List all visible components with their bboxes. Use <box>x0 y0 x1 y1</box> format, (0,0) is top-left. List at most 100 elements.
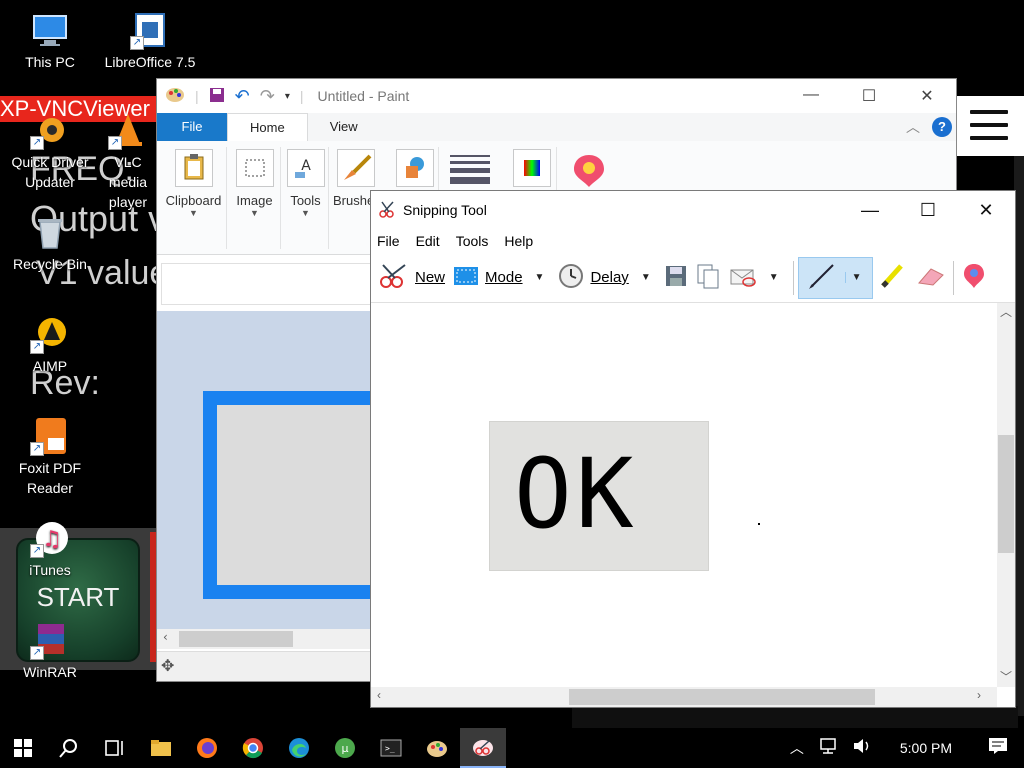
chevron-left-icon[interactable]: ‹ <box>163 630 168 644</box>
highlighter-button[interactable] <box>873 258 911 298</box>
desktop-icon-label: LibreOffice 7.5 <box>104 54 196 70</box>
ribbon-group-image[interactable]: Image ▼ <box>229 147 281 249</box>
snipping-tool-menubar: File Edit Tools Help <box>371 229 1015 253</box>
eraser-button[interactable] <box>911 258 949 298</box>
taskbar-clock[interactable]: 5:00 PM <box>900 740 952 756</box>
desktop-icon-label: VLC media player <box>108 154 148 210</box>
snipping-tool-titlebar: Snipping Tool — ☐ ✕ <box>371 191 1015 229</box>
send-snip-button[interactable]: ▼ <box>725 258 789 298</box>
gear-icon: ↗ <box>30 110 70 150</box>
snip-canvas[interactable]: OK <box>371 303 997 689</box>
windows-start-icon[interactable] <box>0 728 46 768</box>
copy-button[interactable] <box>691 258 725 298</box>
ribbon-group-tools[interactable]: A Tools ▼ <box>283 147 329 249</box>
chevron-up-icon[interactable]: ︿ <box>790 738 804 758</box>
collapse-ribbon-icon[interactable]: ︿ <box>906 117 920 137</box>
desktop-icon-quick-driver-updater[interactable]: ↗ Quick Driver Updater <box>0 110 100 192</box>
chevron-down-icon[interactable]: ﹀ <box>1000 668 1012 685</box>
undo-icon[interactable]: ↶ <box>235 86 250 107</box>
paint-horizontal-scrollbar[interactable]: ‹ <box>157 629 371 649</box>
copy-icon <box>695 263 721 293</box>
save-icon[interactable] <box>209 87 225 106</box>
desktop-icon-libreoffice[interactable]: ↗ LibreOffice 7.5 <box>100 10 200 72</box>
network-icon[interactable] <box>818 737 838 759</box>
firefox-icon[interactable] <box>184 728 230 768</box>
close-button[interactable]: ✕ <box>957 200 1015 221</box>
captured-ok-text: OK <box>514 438 638 550</box>
task-view-icon[interactable] <box>92 728 138 768</box>
menu-file[interactable]: File <box>377 233 400 249</box>
close-button[interactable]: ✕ <box>898 86 956 106</box>
maximize-button[interactable]: ☐ <box>840 86 898 106</box>
paint-image-fill[interactable] <box>217 405 371 585</box>
desktop-icon-recycle-bin[interactable]: Recycle Bin <box>0 212 100 274</box>
chevron-down-icon[interactable]: ▼ <box>529 272 551 283</box>
tab-file[interactable]: File <box>157 113 227 141</box>
menu-tools[interactable]: Tools <box>456 233 489 249</box>
paint3d-edit-button[interactable] <box>958 258 990 298</box>
desktop-icon-this-pc[interactable]: This PC <box>0 10 100 72</box>
delay-button[interactable]: Delay ▼ <box>554 258 660 298</box>
desktop-icon-itunes[interactable]: ♫ ↗ iTunes <box>0 518 100 580</box>
chevron-down-icon: ▼ <box>301 208 310 218</box>
paint-taskbar-icon[interactable] <box>414 728 460 768</box>
mode-button[interactable]: Mode ▼ <box>449 258 554 298</box>
utorrent-icon[interactable]: µ <box>322 728 368 768</box>
desktop-icon-aimp[interactable]: ↗ AIMP <box>0 314 100 376</box>
chevron-down-icon[interactable]: ▼ <box>844 272 868 283</box>
snipping-tool-taskbar-icon[interactable] <box>460 728 506 768</box>
file-explorer-icon[interactable] <box>138 728 184 768</box>
start-button-label[interactable]: START <box>16 582 140 613</box>
toolbar-separator <box>792 260 794 295</box>
menu-edit[interactable]: Edit <box>416 233 440 249</box>
chrome-icon[interactable] <box>230 728 276 768</box>
tab-view[interactable]: View <box>308 113 380 141</box>
maximize-button[interactable]: ☐ <box>899 200 957 221</box>
tab-home[interactable]: Home <box>227 113 308 141</box>
redo-icon[interactable]: ↷ <box>260 86 275 107</box>
music-note-icon: ♫ ↗ <box>30 518 70 558</box>
svg-text:♫: ♫ <box>42 527 62 552</box>
snip-vertical-scrollbar[interactable]: ︿ ﹀ <box>997 303 1015 687</box>
desktop-icon-vlc[interactable]: ↗ VLC media player <box>96 110 160 212</box>
chevron-down-icon: ▼ <box>189 208 198 218</box>
new-snip-button[interactable]: New <box>375 258 449 298</box>
clipboard-icon <box>174 149 213 187</box>
recycle-bin-icon <box>30 212 70 252</box>
pen-tool-button[interactable]: ▼ <box>797 256 873 299</box>
snipping-tool-toolbar: New Mode ▼ Delay ▼ ▼ ▼ <box>371 253 1015 303</box>
shortcut-arrow-icon: ↗ <box>30 442 44 456</box>
scroll-thumb[interactable] <box>998 435 1014 553</box>
notification-center-icon[interactable] <box>988 737 1008 759</box>
desktop-icon-winrar[interactable]: ↗ WinRAR <box>0 620 100 682</box>
paint-ribbon-tabs: File Home View ︿ ? <box>157 113 956 141</box>
hamburger-menu-icon[interactable] <box>970 110 1008 142</box>
winrar-icon: ↗ <box>30 620 70 660</box>
save-icon <box>665 265 687 291</box>
ribbon-group-clipboard[interactable]: Clipboard ▼ <box>161 147 227 249</box>
chevron-up-icon[interactable]: ︿ <box>1000 303 1012 320</box>
minimize-button[interactable]: — <box>841 200 899 221</box>
captured-ok-button-image: OK <box>489 421 709 571</box>
chevron-right-icon[interactable]: › <box>977 688 981 702</box>
shortcut-arrow-icon: ↗ <box>30 340 44 354</box>
help-icon[interactable]: ? <box>932 117 952 137</box>
chevron-down-icon[interactable]: ▼ <box>635 272 657 283</box>
desktop-icon-label: Quick Driver Updater <box>11 154 89 190</box>
volume-icon[interactable] <box>852 737 872 759</box>
chevron-left-icon[interactable]: ‹ <box>377 688 381 702</box>
scroll-thumb[interactable] <box>179 631 293 647</box>
edge-icon[interactable] <box>276 728 322 768</box>
minimize-button[interactable]: — <box>782 86 840 106</box>
scroll-thumb[interactable] <box>569 689 875 705</box>
search-icon[interactable] <box>46 728 92 768</box>
chevron-down-icon[interactable]: ▼ <box>763 272 785 283</box>
toolbar-separator <box>952 260 954 295</box>
customize-quick-access-icon[interactable]: ▾ <box>285 91 290 102</box>
menu-help[interactable]: Help <box>504 233 533 249</box>
save-snip-button[interactable] <box>661 258 691 298</box>
paint-toolbar-strip <box>161 263 371 305</box>
desktop-icon-foxit[interactable]: ↗ Foxit PDF Reader <box>0 416 100 498</box>
terminal-icon[interactable]: >_ <box>368 728 414 768</box>
snip-horizontal-scrollbar[interactable]: ‹ › <box>371 687 997 707</box>
